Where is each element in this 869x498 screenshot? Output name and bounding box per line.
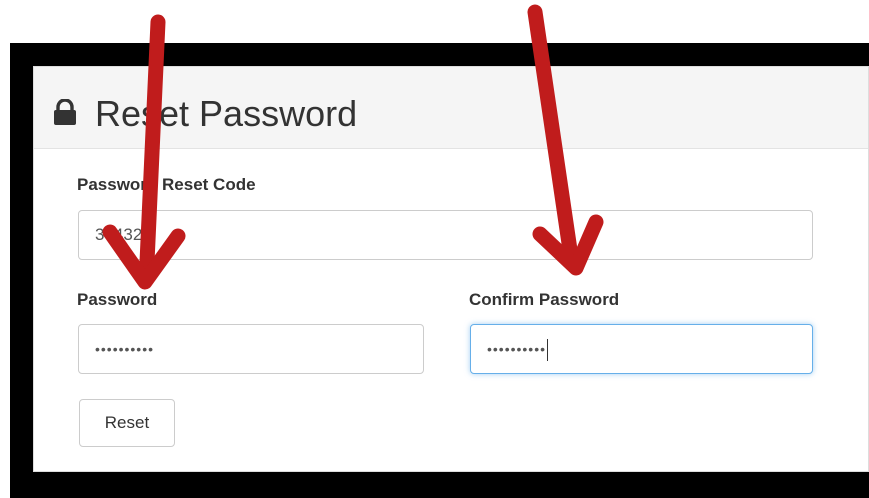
- confirm-password-value: ••••••••••: [487, 341, 547, 357]
- lock-icon: [54, 99, 76, 125]
- reset-code-field[interactable]: 30432: [78, 210, 813, 260]
- panel-heading: Reset Password: [34, 67, 868, 149]
- password-label: Password: [77, 290, 158, 309]
- text-caret: [547, 339, 549, 362]
- page-title: Reset Password: [95, 93, 358, 134]
- reset-code-label: Password Reset Code: [77, 175, 256, 194]
- reset-password-panel: Reset Password Password Reset Code 30432…: [33, 66, 869, 472]
- reset-button[interactable]: Reset: [79, 399, 175, 447]
- confirm-password-field[interactable]: ••••••••••: [470, 324, 813, 374]
- confirm-password-label: Confirm Password: [469, 290, 620, 309]
- password-field[interactable]: ••••••••••: [78, 324, 424, 374]
